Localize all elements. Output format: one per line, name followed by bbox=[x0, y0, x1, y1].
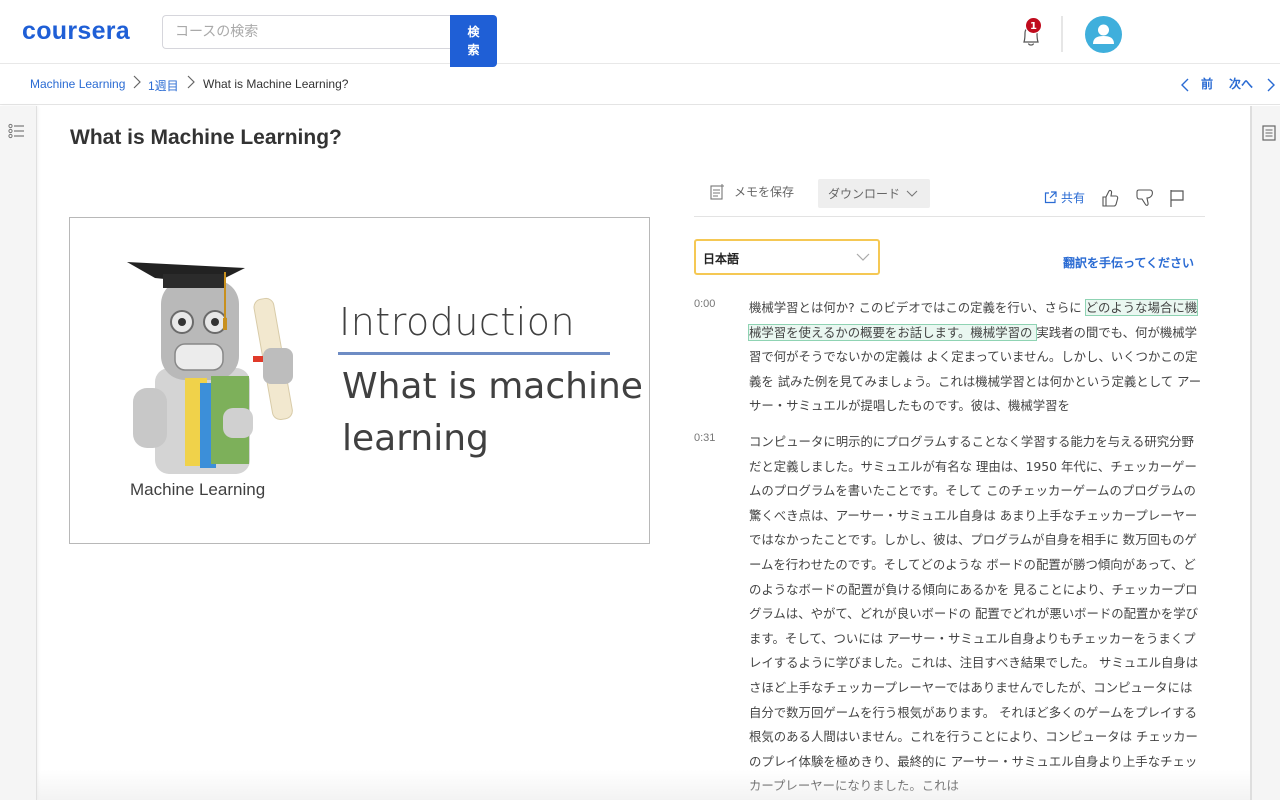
breadcrumb: Machine Learning 1週目 What is Machine Lea… bbox=[0, 65, 1280, 105]
thumbs-down-icon[interactable] bbox=[1135, 188, 1155, 208]
slide-divider bbox=[338, 352, 610, 355]
transcript-timestamp[interactable]: 0:00 bbox=[694, 298, 715, 310]
notes-panel-icon[interactable] bbox=[1262, 125, 1276, 141]
download-label: ダウンロード bbox=[828, 187, 901, 201]
slide-subtitle-line2: learning bbox=[342, 418, 489, 459]
search-box bbox=[162, 15, 451, 49]
transcript-segment: 機械学習とは何か? このビデオではこの定義を行い、さらに bbox=[749, 300, 1086, 315]
breadcrumb-week[interactable]: 1週目 bbox=[148, 77, 179, 94]
slide-title: Introduction bbox=[339, 300, 576, 344]
right-sidebar-rail bbox=[1250, 106, 1280, 800]
outline-list-icon[interactable] bbox=[8, 123, 26, 139]
transcript-timestamp[interactable]: 0:31 bbox=[694, 432, 715, 444]
save-note-button[interactable]: メモを保存 bbox=[710, 183, 794, 200]
breadcrumb-current: What is Machine Learning? bbox=[203, 77, 349, 91]
chevron-right-icon[interactable] bbox=[1266, 77, 1276, 93]
left-sidebar-rail bbox=[0, 106, 37, 800]
save-note-label: メモを保存 bbox=[734, 185, 795, 199]
language-selected-value: 日本語 bbox=[703, 252, 740, 266]
notification-badge: 1 bbox=[1025, 17, 1042, 34]
video-player[interactable]: Machine Learning Introduction What is ma… bbox=[69, 217, 650, 544]
chevron-right-icon bbox=[187, 75, 195, 89]
transcript-segment: コンピュータに明示的にプログラムすることなく学習する能力を与える研究分野だと定義… bbox=[749, 434, 1199, 794]
thumbs-up-icon[interactable] bbox=[1100, 188, 1120, 208]
coursera-logo[interactable]: coursera bbox=[22, 17, 130, 46]
lecture-toolbar: メモを保存 ダウンロード 共有 bbox=[694, 176, 1205, 217]
next-button[interactable]: 次へ bbox=[1229, 75, 1253, 92]
share-icon bbox=[1044, 191, 1057, 204]
search-input[interactable] bbox=[163, 16, 451, 48]
share-label: 共有 bbox=[1061, 191, 1086, 205]
chevron-right-icon bbox=[133, 75, 141, 89]
note-icon bbox=[710, 183, 724, 200]
user-avatar-icon[interactable] bbox=[1085, 16, 1122, 53]
chevron-down-icon bbox=[906, 190, 918, 197]
transcript-language-select[interactable]: 日本語 bbox=[694, 239, 880, 275]
search-button[interactable]: 検索 bbox=[450, 15, 497, 67]
slide-subtitle-line1: What is machine bbox=[342, 366, 643, 407]
help-translate-link[interactable]: 翻訳を手伝ってください bbox=[1063, 254, 1194, 271]
page-title: What is Machine Learning? bbox=[70, 126, 342, 149]
chevron-down-icon bbox=[856, 253, 870, 261]
robot-graduate-illustration bbox=[127, 262, 293, 474]
flag-icon[interactable] bbox=[1168, 188, 1188, 208]
header-divider bbox=[1061, 16, 1063, 52]
download-dropdown[interactable]: ダウンロード bbox=[818, 179, 930, 208]
breadcrumb-course[interactable]: Machine Learning bbox=[30, 77, 125, 91]
chevron-left-icon[interactable] bbox=[1180, 77, 1190, 93]
transcript-text: 機械学習とは何か? このビデオではこの定義を行い、さらに どのような場合に機械学… bbox=[747, 296, 1205, 419]
top-header: coursera 検索 1 bbox=[0, 0, 1280, 67]
share-button[interactable]: 共有 bbox=[1044, 189, 1085, 206]
slide-caption: Machine Learning bbox=[130, 480, 266, 499]
transcript-text: コンピュータに明示的にプログラムすることなく学習する能力を与える研究分野だと定義… bbox=[749, 430, 1205, 799]
prev-button[interactable]: 前 bbox=[1201, 75, 1213, 92]
